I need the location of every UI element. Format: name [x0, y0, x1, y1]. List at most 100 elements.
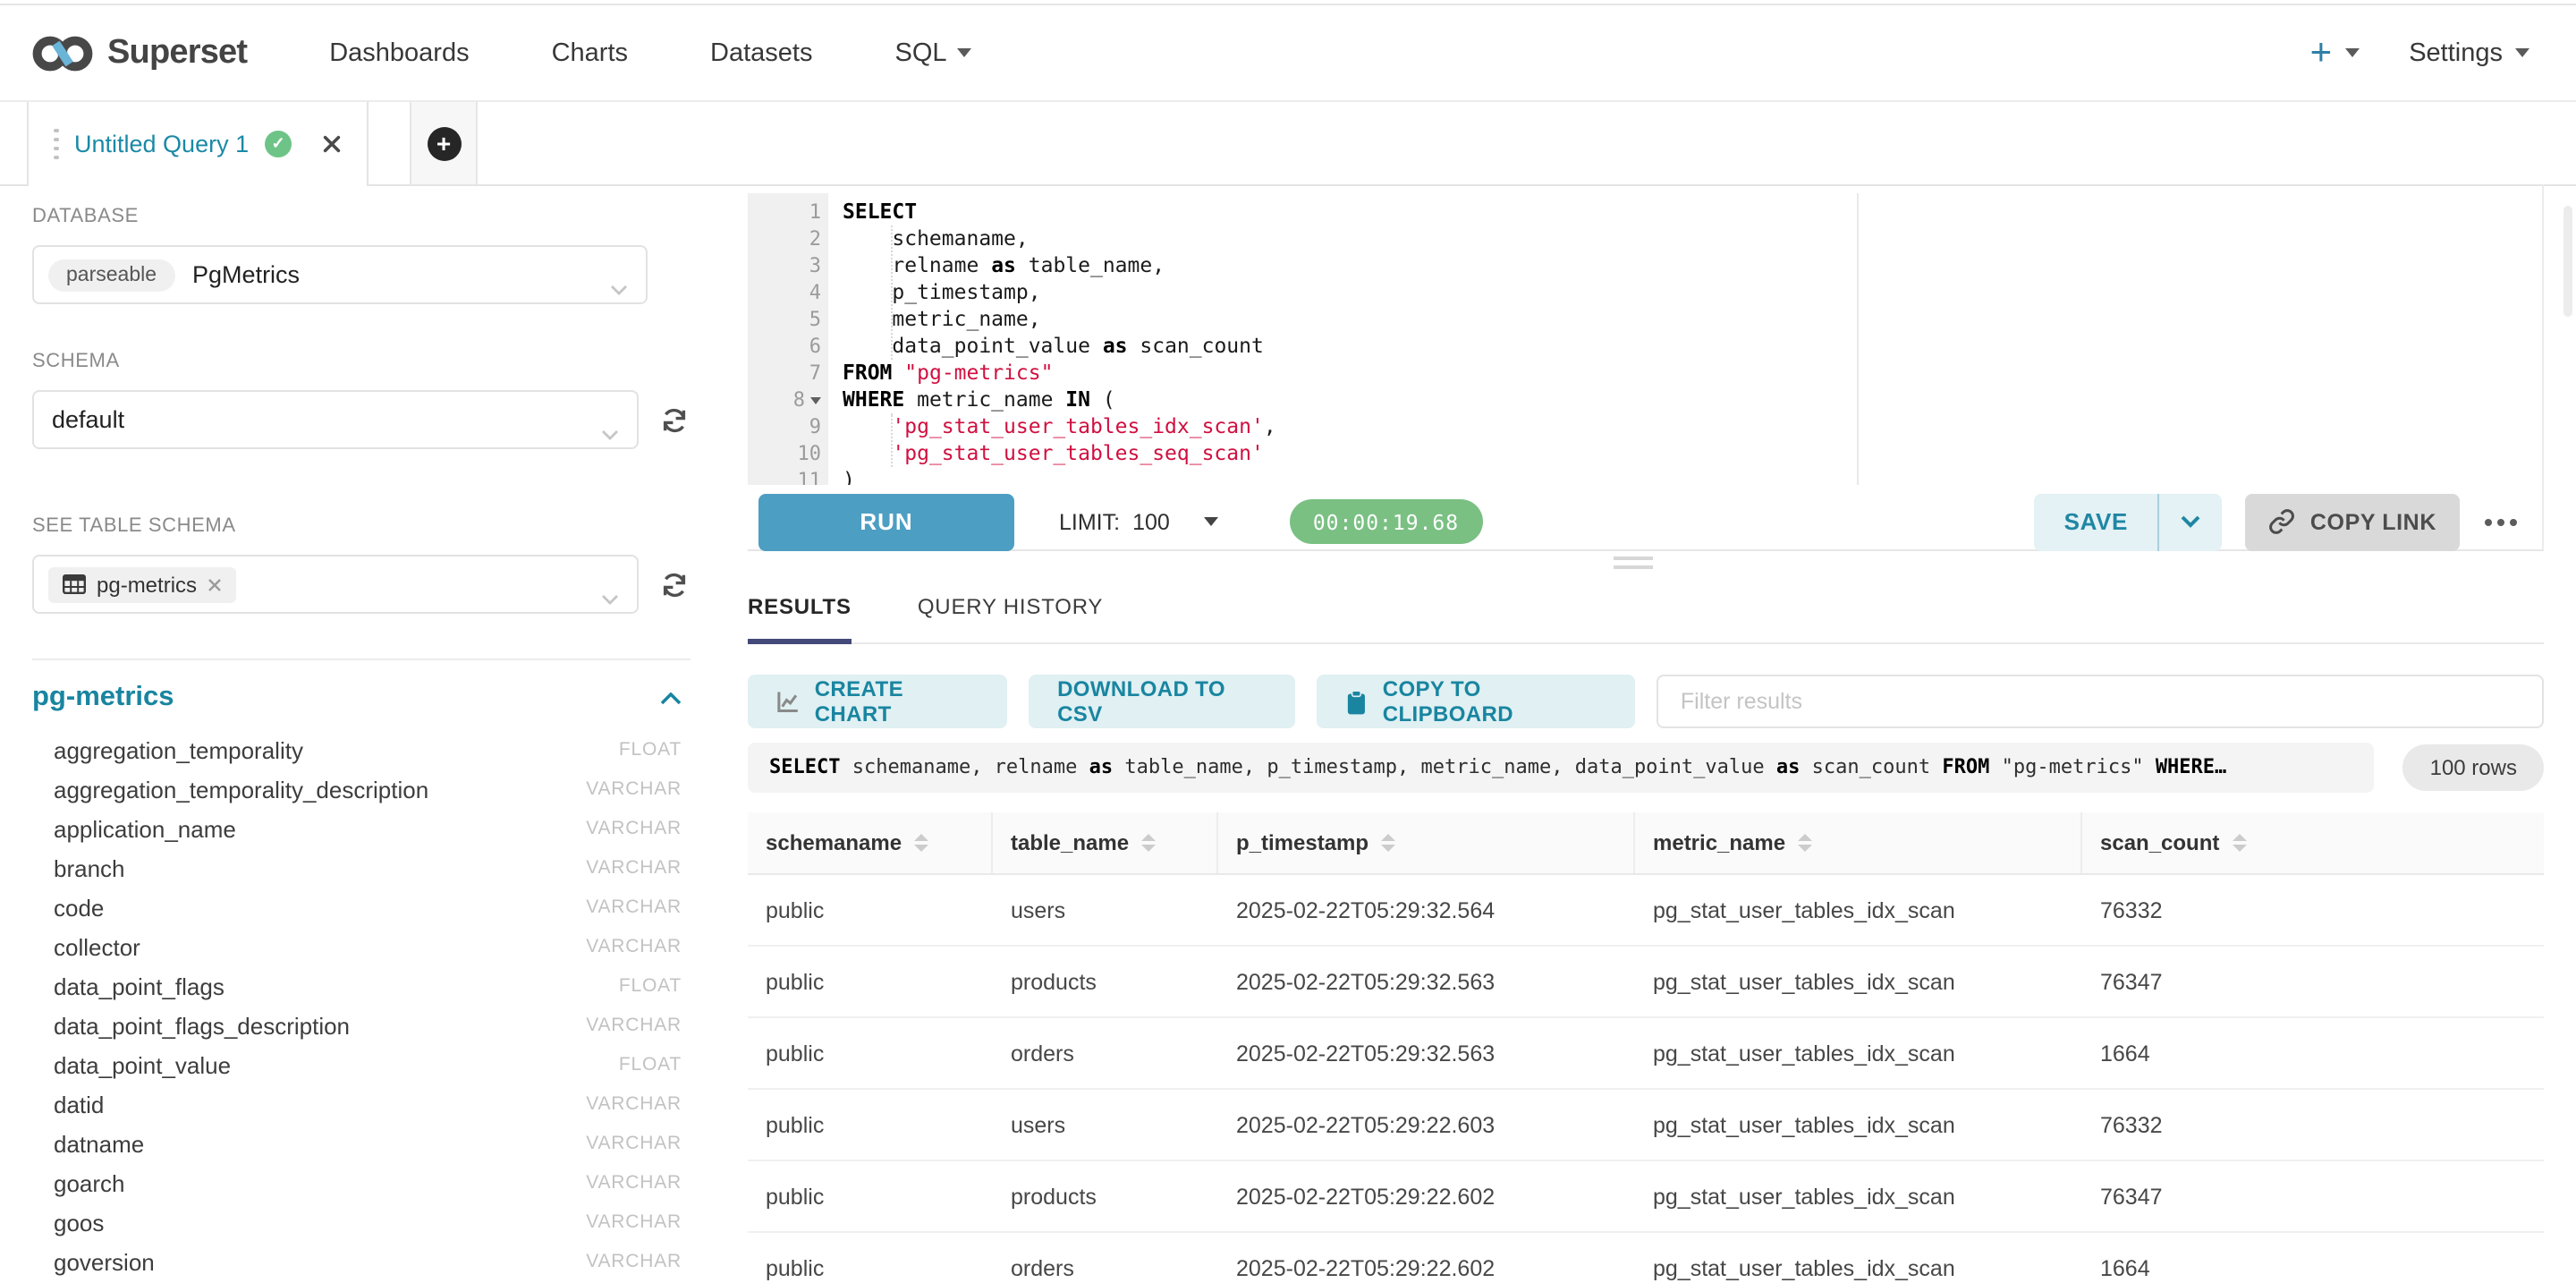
sql-code-area[interactable]: SELECT schemaname, relname as table_name…	[828, 193, 2542, 485]
results-cell: 2025-02-22T05:29:22.602	[1218, 1233, 1635, 1283]
table-schema-select[interactable]: pg-metrics	[32, 555, 639, 614]
schema-column-row: data_point_flags_descriptionVARCHAR	[32, 1006, 691, 1045]
results-column-header[interactable]: p_timestamp	[1218, 812, 1635, 873]
text-segment: 'pg_stat_user_tables_idx_scan'	[892, 413, 1263, 438]
text-segment: scan_count	[1128, 333, 1264, 358]
nav-dashboards[interactable]: Dashboards	[329, 38, 469, 67]
schema-column-row: goarchVARCHAR	[32, 1163, 691, 1202]
superset-logo[interactable]: Superset	[32, 33, 247, 72]
table-preview-title[interactable]: pg-metrics	[32, 682, 174, 714]
brand-name: Superset	[107, 33, 247, 72]
tab-drag-handle-icon[interactable]	[54, 129, 58, 160]
results-column-header[interactable]: scan_count	[2082, 812, 2544, 873]
sql-code-line: 'pg_stat_user_tables_seq_scan'	[843, 440, 2542, 467]
nav-sql[interactable]: SQL	[895, 38, 972, 67]
results-column-header[interactable]: table_name	[993, 812, 1218, 873]
results-cell: pg_stat_user_tables_idx_scan	[1635, 947, 2082, 1016]
tab-results[interactable]: RESULTS	[748, 594, 852, 642]
save-button[interactable]: SAVE	[2034, 493, 2158, 550]
refresh-schema-icon[interactable]	[658, 404, 691, 436]
line-number: 6	[809, 333, 821, 360]
line-number: 1	[809, 199, 821, 225]
download-csv-label: DOWNLOAD TO CSV	[1057, 676, 1267, 726]
results-table-header: schemanametable_namep_timestampmetric_na…	[748, 812, 2544, 875]
text-segment: metric_name	[904, 387, 1065, 412]
text-segment: as	[991, 252, 1016, 277]
fold-caret-icon[interactable]	[810, 396, 821, 404]
refresh-tables-icon[interactable]	[658, 568, 691, 600]
copy-link-button[interactable]: COPY LINK	[2246, 493, 2460, 550]
limit-dropdown[interactable]: LIMIT: 100	[1059, 509, 1218, 534]
nav-charts-label: Charts	[552, 38, 628, 67]
results-row: publicproducts2025-02-22T05:29:32.563pg_…	[748, 947, 2544, 1018]
results-row: publicorders2025-02-22T05:29:22.602pg_st…	[748, 1233, 2544, 1283]
sql-code-line: relname as table_name,	[843, 252, 2542, 279]
remove-table-icon[interactable]	[208, 577, 222, 591]
text-segment: 'pg_stat_user_tables_seq_scan'	[892, 440, 1263, 465]
line-number: 9	[809, 413, 821, 440]
sql-code-line: data_point_value as scan_count	[843, 333, 2542, 360]
collapse-table-icon[interactable]	[660, 692, 682, 704]
caret-down-icon	[1141, 845, 1156, 852]
sort-icon[interactable]	[1141, 834, 1156, 852]
text-segment: WHERE	[843, 387, 904, 412]
query-tab-active[interactable]: Untitled Query 1 ✓	[27, 102, 369, 186]
download-csv-button[interactable]: DOWNLOAD TO CSV	[1029, 675, 1296, 728]
gutter-line-number: 6	[748, 333, 821, 360]
sort-icon[interactable]	[1798, 834, 1812, 852]
nav-sql-label: SQL	[895, 38, 947, 67]
sidebar-divider	[32, 658, 691, 660]
column-type: VARCHAR	[586, 857, 682, 879]
database-value: PgMetrics	[192, 261, 300, 288]
text-segment: FROM	[843, 360, 892, 385]
gutter-line-number: 5	[748, 306, 821, 333]
save-options-button[interactable]	[2160, 493, 2223, 550]
text-segment: (	[1090, 387, 1115, 412]
results-table-body: publicusers2025-02-22T05:29:32.564pg_sta…	[748, 875, 2544, 1283]
nav-charts[interactable]: Charts	[552, 38, 628, 67]
pane-drag-handle[interactable]	[1614, 557, 1653, 574]
results-cell: pg_stat_user_tables_idx_scan	[1635, 1233, 2082, 1283]
copy-clipboard-button[interactable]: COPY TO CLIPBOARD	[1318, 675, 1636, 728]
tab-close-icon[interactable]	[322, 134, 342, 154]
gutter-line-number: 2	[748, 225, 821, 252]
line-chart-icon	[776, 689, 801, 714]
filter-results-input[interactable]	[1657, 675, 2544, 728]
sort-icon[interactable]	[2232, 834, 2246, 852]
line-number: 2	[809, 225, 821, 252]
column-name: data_point_flags	[54, 973, 225, 999]
column-type: VARCHAR	[586, 936, 682, 957]
new-menu-button[interactable]: +	[2310, 34, 2360, 72]
scrollbar-thumb[interactable]	[2563, 206, 2572, 317]
executed-query-preview[interactable]: SELECT schemaname, relname as table_name…	[748, 743, 2375, 793]
results-cell: products	[993, 947, 1218, 1016]
column-type: VARCHAR	[586, 818, 682, 839]
more-menu-icon[interactable]	[2478, 507, 2524, 536]
results-column-header[interactable]: metric_name	[1635, 812, 2082, 873]
text-segment: )	[843, 467, 855, 485]
results-cell: 76347	[2082, 947, 2544, 1016]
chain-link-icon	[2269, 508, 2296, 535]
text-segment: metric_name,	[843, 306, 1041, 331]
text-segment: "pg-metrics"	[1989, 755, 2155, 778]
new-tab-button[interactable]: +	[410, 102, 478, 184]
database-label: DATABASE	[32, 206, 691, 229]
results-cell: 2025-02-22T05:29:32.563	[1218, 1018, 1635, 1088]
results-cell: 1664	[2082, 1018, 2544, 1088]
schema-select[interactable]: default	[32, 390, 639, 449]
sort-icon[interactable]	[1381, 834, 1395, 852]
sql-code-line: metric_name,	[843, 306, 2542, 333]
tab-query-history[interactable]: QUERY HISTORY	[918, 594, 1103, 642]
run-button[interactable]: RUN	[758, 493, 1014, 550]
results-column-header[interactable]: schemaname	[748, 812, 993, 873]
create-chart-button[interactable]: CREATE CHART	[748, 675, 1007, 728]
database-select[interactable]: parseable PgMetrics	[32, 245, 648, 304]
sql-code-line: )	[843, 467, 2542, 485]
settings-menu[interactable]: Settings	[2409, 38, 2529, 67]
sort-icon[interactable]	[914, 834, 928, 852]
column-type: VARCHAR	[586, 896, 682, 918]
sql-code-line: 'pg_stat_user_tables_idx_scan',	[843, 413, 2542, 440]
chevron-down-icon	[601, 417, 619, 449]
nav-datasets[interactable]: Datasets	[710, 38, 812, 67]
gutter-line-number: 7	[748, 360, 821, 387]
